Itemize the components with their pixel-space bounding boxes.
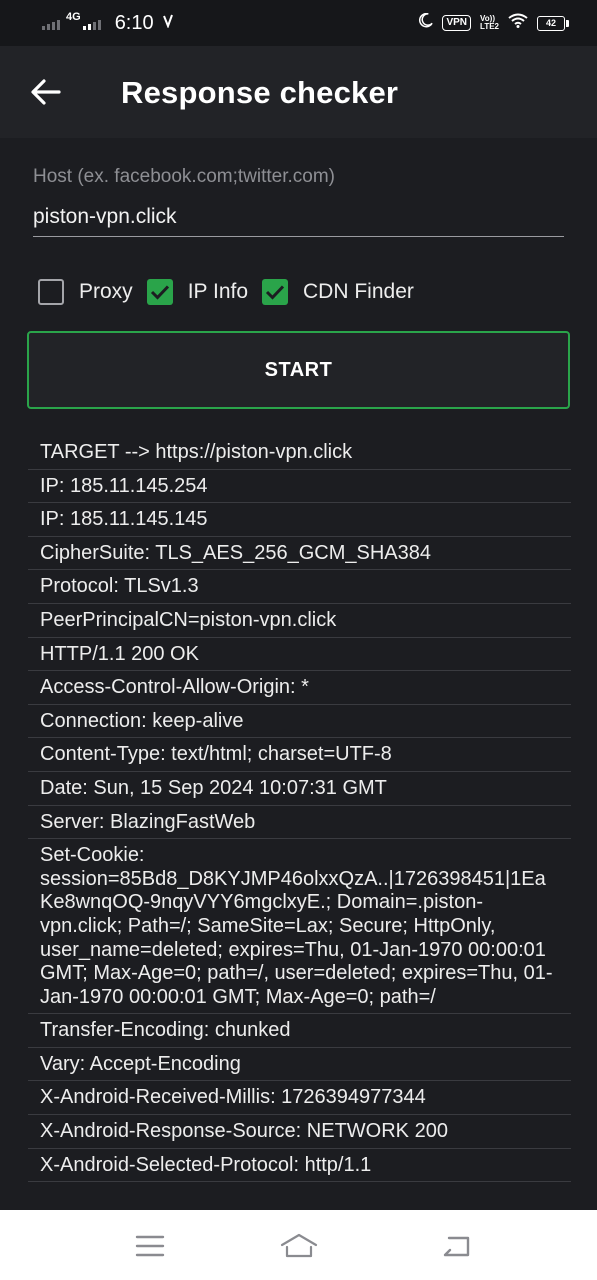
home-button[interactable] [277, 1224, 321, 1268]
vpn-icon: VPN [442, 15, 472, 31]
ip-info-checkbox[interactable]: IP Info [146, 279, 249, 305]
checkbox-checked-icon [262, 279, 289, 305]
proxy-checkbox[interactable]: Proxy [38, 279, 133, 305]
checkbox-unchecked-icon [38, 279, 64, 305]
network-type: 4G [66, 11, 81, 23]
results-list[interactable]: TARGET --> https://piston-vpn.click IP: … [28, 436, 571, 1188]
ip-info-label: IP Info [187, 280, 249, 303]
system-navigation-bar [0, 1210, 597, 1280]
result-row-target: TARGET --> https://piston-vpn.click [28, 436, 571, 470]
signal-strength-icon [42, 16, 60, 30]
return-icon [443, 1236, 470, 1257]
home-icon [280, 1233, 318, 1258]
result-row-set-cookie: Set-Cookie: session=85Bd8_D8KYJMP46olxxQ… [28, 839, 571, 1015]
clock: 6:10 [114, 11, 154, 34]
status-bar-right: VPN Vo)) LTE2 42 [418, 10, 569, 36]
checkbox-checked-icon [146, 279, 173, 305]
result-row-received-millis: X-Android-Received-Millis: 1726394977344 [28, 1081, 571, 1116]
menu-icon [135, 1235, 165, 1257]
result-row-content-type: Content-Type: text/html; charset=UTF-8 [28, 738, 571, 772]
toolbar: Response checker [0, 46, 597, 138]
moon-icon [418, 12, 434, 33]
proxy-label: Proxy [79, 280, 133, 303]
result-row-ciphersuite: CipherSuite: TLS_AES_256_GCM_SHA384 [28, 537, 571, 571]
status-bar-left: 4G 6:10 [42, 10, 174, 36]
result-row-selected-protocol: X-Android-Selected-Protocol: http/1.1 [28, 1149, 571, 1183]
volte-bottom: LTE2 [480, 22, 499, 31]
result-row-protocol: Protocol: TLSv1.3 [28, 570, 571, 604]
return-button[interactable] [434, 1224, 478, 1268]
result-row-vary: Vary: Accept-Encoding [28, 1048, 571, 1082]
host-input[interactable] [33, 198, 564, 237]
result-row-ip-1: IP: 185.11.145.254 [28, 470, 571, 504]
result-row-connection: Connection: keep-alive [28, 705, 571, 739]
status-bar: 4G 6:10 VPN Vo)) LTE2 42 [0, 0, 597, 46]
result-row-http-status: HTTP/1.1 200 OK [28, 638, 571, 672]
cdn-finder-label: CDN Finder [303, 280, 414, 303]
menu-button[interactable] [128, 1224, 172, 1268]
arrow-left-icon [31, 79, 61, 105]
result-row-peer-cn: PeerPrincipalCN=piston-vpn.click [28, 604, 571, 638]
result-row-response-source: X-Android-Response-Source: NETWORK 200 [28, 1115, 571, 1149]
back-button[interactable] [22, 68, 70, 116]
signal-strength-icon-2 [82, 16, 101, 30]
result-row-ip-2: IP: 185.11.145.145 [28, 503, 571, 537]
notification-icon [162, 14, 174, 33]
volte-icon: Vo)) LTE2 [480, 15, 499, 31]
host-label: Host (ex. facebook.com;twitter.com) [33, 166, 335, 187]
battery-icon: 42 [537, 15, 569, 31]
options-row: Proxy IP Info CDN Finder [38, 276, 428, 308]
result-row-acao: Access-Control-Allow-Origin: * [28, 671, 571, 705]
wifi-icon [508, 13, 528, 33]
cdn-finder-checkbox[interactable]: CDN Finder [262, 279, 414, 305]
result-row-date: Date: Sun, 15 Sep 2024 10:07:31 GMT [28, 772, 571, 806]
page-title: Response checker [121, 75, 399, 110]
start-button[interactable]: START [27, 331, 570, 409]
result-row-transfer-encoding: Transfer-Encoding: chunked [28, 1014, 571, 1048]
result-row-server: Server: BlazingFastWeb [28, 806, 571, 840]
